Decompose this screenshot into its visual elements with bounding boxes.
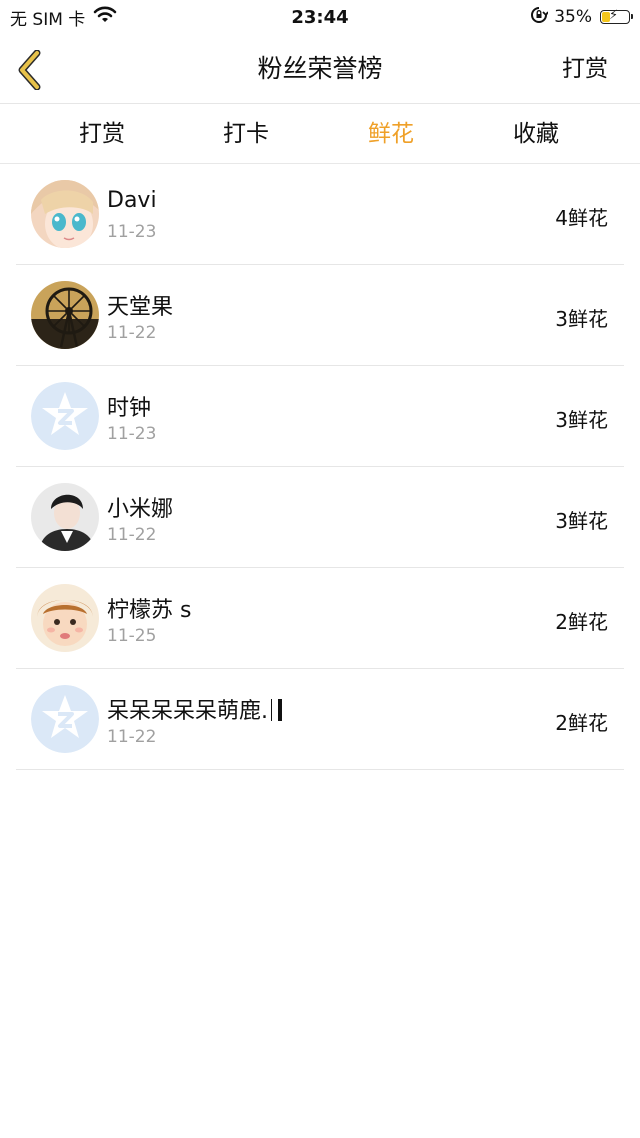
battery-percent: 35% [554,7,592,27]
text-cursor-block [278,699,282,721]
tab-flowers[interactable]: 鲜花 [341,104,441,164]
fan-ranking-list: Davi 11-23 4鲜花 天堂果 11-22 3鲜花 时钟 11-23 3鲜… [0,164,640,770]
man-portrait-avatar [31,483,99,551]
flower-count: 4鲜花 [555,206,608,230]
fan-name-with-cursor: 呆呆呆呆呆萌鹿. [107,693,282,725]
fan-date: 11-22 [107,525,157,545]
carrier-label: 无 SIM 卡 [10,9,86,30]
text-cursor [271,699,272,721]
fan-name: 时钟 [107,396,152,421]
flower-count: 3鲜花 [555,307,608,331]
orientation-lock-icon [530,6,549,29]
navigation-bar: 粉丝荣誉榜 打赏 [0,34,640,104]
tab-favorites[interactable]: 收藏 [486,104,586,164]
list-item[interactable]: 小米娜 11-22 3鲜花 [16,467,624,568]
status-bar-right: 35% ⚡ [530,6,633,29]
status-bar-left: 无 SIM 卡 [10,5,117,30]
fan-name: Davi [107,188,157,213]
fan-date: 11-22 [107,323,157,343]
anime-girl-avatar [31,180,99,248]
app-screen: 无 SIM 卡 23:44 35% ⚡ 粉丝荣誉榜 打赏 打赏 打卡 鲜花 收藏… [0,0,640,1138]
flower-count: 2鲜花 [555,711,608,735]
list-item[interactable]: 时钟 11-23 3鲜花 [16,366,624,467]
fan-date: 11-23 [107,424,157,444]
list-item[interactable]: 天堂果 11-22 3鲜花 [16,265,624,366]
default-qq-avatar [31,382,99,450]
fan-name: 柠檬苏 s [107,598,192,623]
status-bar: 无 SIM 卡 23:44 35% ⚡ [0,0,640,34]
fan-name: 天堂果 [107,295,174,320]
ferris-wheel-avatar [31,281,99,349]
page-title: 粉丝荣誉榜 [257,54,383,83]
fan-date: 11-22 [107,727,157,747]
list-item[interactable]: 柠檬苏 s 11-25 2鲜花 [16,568,624,669]
flower-count: 3鲜花 [555,408,608,432]
charging-bolt-icon: ⚡ [609,8,619,23]
list-item[interactable]: Davi 11-23 4鲜花 [16,164,624,265]
reward-button[interactable]: 打赏 [562,34,608,104]
tab-reward[interactable]: 打赏 [52,104,152,164]
fan-date: 11-23 [107,222,157,242]
tab-bar: 打赏 打卡 鲜花 收藏 [0,104,640,164]
wifi-icon [93,6,117,29]
fan-date: 11-25 [107,626,157,646]
flower-count: 3鲜花 [555,509,608,533]
fan-name: 小米娜 [107,497,174,522]
default-qq-avatar [31,685,99,753]
list-item[interactable]: 呆呆呆呆呆萌鹿. 11-22 2鲜花 [16,669,624,770]
flower-count: 2鲜花 [555,610,608,634]
child-portrait-avatar [31,584,99,652]
battery-charging-icon: ⚡ [600,8,633,24]
tab-checkin[interactable]: 打卡 [196,104,296,164]
fan-name: 呆呆呆呆呆萌鹿. [107,699,268,724]
